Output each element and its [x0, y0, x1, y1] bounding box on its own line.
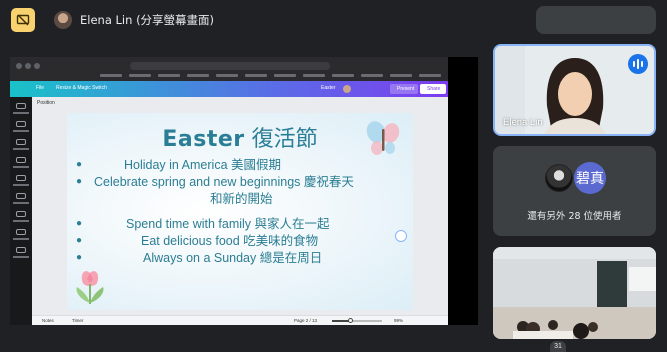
zoom-level: 99%	[394, 318, 404, 323]
list-item: ● Eat delicious food 吃美味的食物	[76, 234, 319, 248]
photos-icon[interactable]	[16, 247, 26, 253]
slide-title-zh: 復活節	[251, 127, 318, 152]
canva-side-panel	[10, 97, 32, 325]
list-item: ● Spend time with family 與家人在一起	[76, 217, 330, 231]
presenter-avatar	[54, 11, 72, 29]
participant-tile-classroom[interactable]	[493, 247, 656, 339]
top-right-pill[interactable]	[536, 6, 656, 34]
participant-avatar: 碧真	[574, 162, 606, 194]
bullet-icon: ●	[76, 159, 83, 170]
list-item: ● Celebrate spring and new beginnings 慶祝…	[76, 175, 354, 189]
butterfly-icon	[366, 121, 400, 155]
magnify-button[interactable]	[395, 230, 407, 242]
participant-name: Elena Lin	[503, 117, 543, 128]
share-button[interactable]: Share	[420, 84, 446, 94]
slide: Easter 復活節 ● Holiday in America 美國假期 ● C…	[67, 113, 413, 310]
camera-video	[493, 247, 656, 339]
presenter-title: Elena Lin (分享螢幕畫面)	[80, 13, 215, 27]
bullet-icon: ●	[76, 176, 83, 187]
zoom-slider-handle[interactable]	[348, 318, 353, 323]
design-icon[interactable]	[16, 103, 26, 109]
list-item: ● Always on a Sunday 總是在周日	[76, 251, 323, 265]
draw-icon[interactable]	[16, 193, 26, 199]
speaking-indicator-icon	[628, 54, 648, 74]
text-icon[interactable]	[16, 139, 26, 145]
brand-icon[interactable]	[16, 157, 26, 163]
bullet-icon: ●	[76, 235, 83, 246]
position-label[interactable]: Position	[37, 100, 55, 106]
canvas-area: Position Easter 復活節 ● Holiday in America…	[32, 97, 448, 315]
notes-button[interactable]: Notes	[42, 318, 54, 323]
meet-window: Elena Lin (分享螢幕畫面) File Resize & Magic S…	[0, 0, 667, 352]
window-dot-icon	[25, 63, 31, 69]
shared-screen: File Resize & Magic Switch Easter Presen…	[10, 57, 478, 325]
list-item: 和新的開始	[210, 192, 273, 206]
window-dot-icon	[16, 63, 22, 69]
canva-toolbar: File Resize & Magic Switch Easter Presen…	[10, 81, 448, 97]
presenting-icon[interactable]	[11, 8, 35, 32]
address-bar[interactable]	[130, 62, 330, 70]
window-dot-icon	[34, 63, 40, 69]
browser-chrome	[10, 57, 448, 81]
top-bar: Elena Lin (分享螢幕畫面)	[0, 0, 667, 40]
bullet-list: ● Holiday in America 美國假期 ● Celebrate sp…	[67, 157, 413, 267]
present-button[interactable]: Present	[390, 84, 418, 94]
list-item: ● Holiday in America 美國假期	[76, 158, 281, 172]
participant-avatar	[545, 164, 573, 192]
participant-count-badge[interactable]: 31	[550, 341, 566, 352]
slide-title-en: Easter	[162, 127, 245, 152]
share-edge	[448, 57, 478, 325]
uploads-icon[interactable]	[16, 175, 26, 181]
apps-icon[interactable]	[16, 229, 26, 235]
collaborator-avatar	[343, 85, 351, 93]
screen-share-off-icon	[16, 14, 30, 26]
bookmarks-bar	[100, 72, 441, 80]
timer-button[interactable]: Timer	[72, 318, 83, 323]
slide-title: Easter 復活節	[67, 121, 413, 153]
design-title[interactable]: Easter	[321, 85, 335, 91]
file-menu[interactable]: File	[36, 85, 44, 91]
elements-icon[interactable]	[16, 121, 26, 127]
tulip-icon	[76, 271, 104, 304]
participant-tile-others[interactable]: 碧真 還有另外 28 位使用者	[493, 146, 656, 236]
projects-icon[interactable]	[16, 211, 26, 217]
page-indicator: Page 2 / 13	[294, 318, 318, 323]
resize-menu[interactable]: Resize & Magic Switch	[56, 85, 107, 91]
participant-tile-elena[interactable]: Elena Lin	[493, 44, 656, 136]
canva-footer: Notes Timer Page 2 / 13 99%	[32, 315, 448, 325]
bullet-icon: ●	[76, 218, 83, 229]
others-count-label: 還有另外 28 位使用者	[527, 211, 622, 222]
